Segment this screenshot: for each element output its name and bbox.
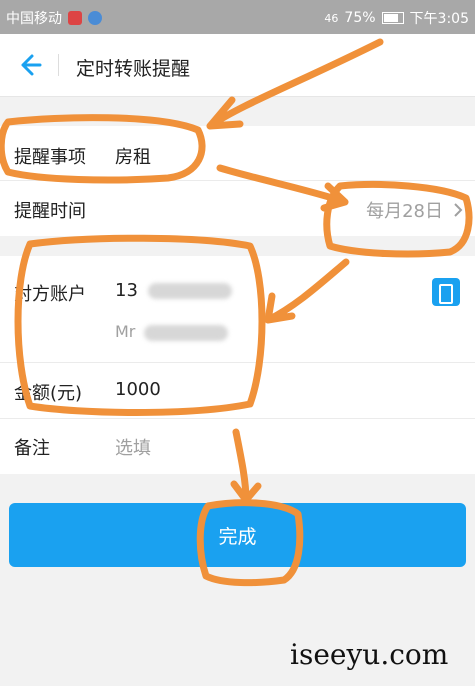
status-bar: 中国移动 46 75% 下午3:05 xyxy=(0,0,475,34)
notification-icon xyxy=(88,11,102,25)
carrier-name: 中国移动 xyxy=(6,11,62,27)
note-label: 备注 xyxy=(14,438,50,459)
redacted-phone xyxy=(147,283,232,299)
transfer-card: 对方账户 13 Mr 金额(元) 1000 备注 选填 xyxy=(0,256,475,474)
contacts-icon[interactable] xyxy=(432,278,460,306)
battery-percent: 75% xyxy=(344,10,376,26)
battery-icon xyxy=(381,12,404,24)
payee-phone-prefix: 13 xyxy=(115,280,138,301)
note-input[interactable]: 选填 xyxy=(115,434,151,460)
header-divider xyxy=(58,54,59,76)
payee-name: Mr xyxy=(115,322,229,341)
redacted-name xyxy=(144,324,229,341)
watermark: iseeyu.com xyxy=(290,638,449,671)
reminder-card: 提醒事项 房租 提醒时间 每月28日 xyxy=(0,126,475,236)
notification-icon xyxy=(68,11,82,25)
amount-label: 金额(元) xyxy=(14,383,83,404)
payee-account-value[interactable]: 13 xyxy=(115,280,232,301)
amount-value[interactable]: 1000 xyxy=(115,379,161,400)
reminder-item-label: 提醒事项 xyxy=(14,147,86,168)
reminder-item-value[interactable]: 房租 xyxy=(115,143,151,169)
page-header: 定时转账提醒 xyxy=(0,34,475,97)
reminder-time-value[interactable]: 每月28日 xyxy=(366,197,443,223)
reminder-time-label: 提醒时间 xyxy=(14,201,86,222)
divider xyxy=(0,418,475,419)
divider xyxy=(0,362,475,363)
signal-label: 46 xyxy=(324,11,339,25)
clock: 下午3:05 xyxy=(409,11,469,27)
done-button[interactable]: 完成 xyxy=(9,503,466,567)
payee-account-label: 对方账户 xyxy=(14,284,86,305)
divider xyxy=(0,180,475,181)
arrow-left-icon[interactable] xyxy=(14,50,44,80)
payee-name-prefix: Mr xyxy=(115,322,136,341)
page-title: 定时转账提醒 xyxy=(76,58,191,80)
chevron-right-icon[interactable] xyxy=(453,202,463,218)
